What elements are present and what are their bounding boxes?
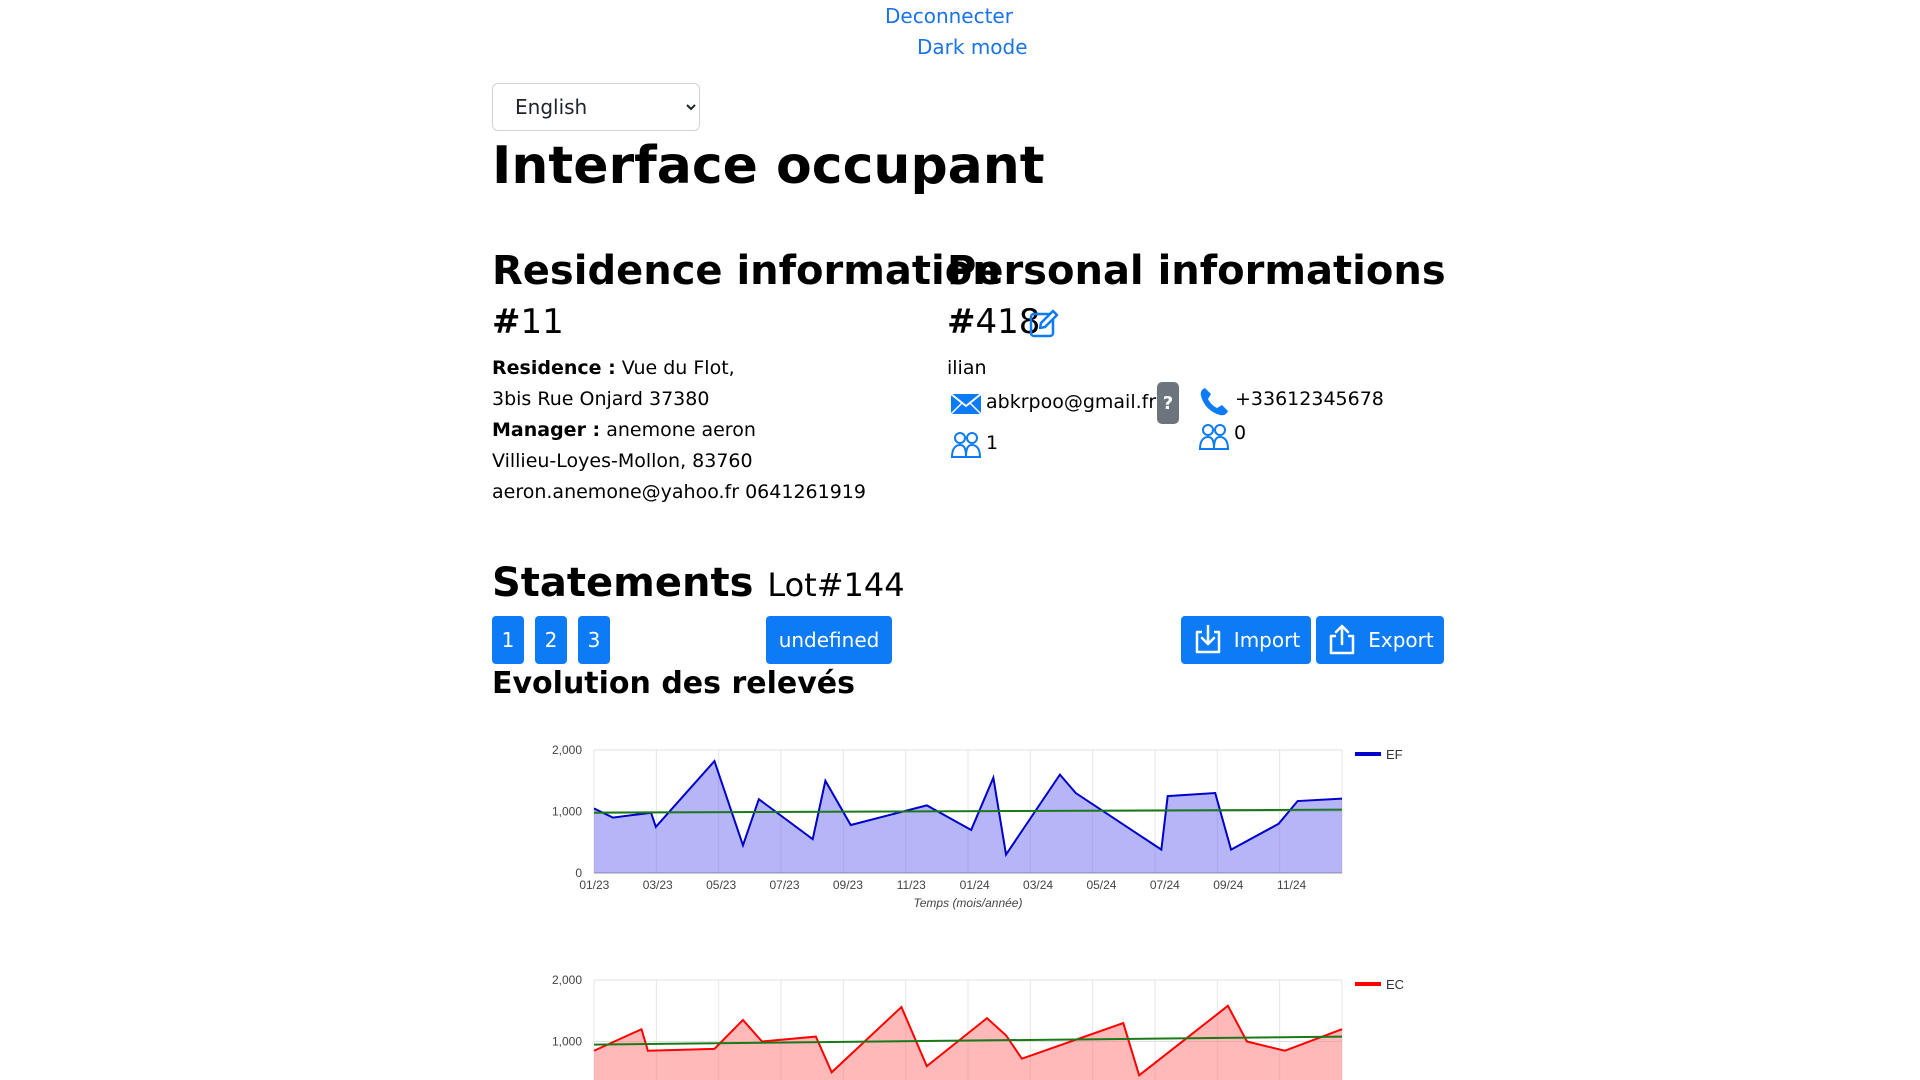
evolution-title: Evolution des relevés bbox=[492, 666, 855, 701]
phone-icon bbox=[1200, 388, 1228, 416]
personal-hash: # bbox=[947, 302, 976, 342]
y-tick-label: 1,000 bbox=[552, 805, 582, 819]
manager-name: anemone aeron bbox=[600, 419, 756, 441]
personal-heading: Personal informations bbox=[947, 248, 1446, 294]
x-tick-label: 01/23 bbox=[579, 878, 609, 892]
page-button-3[interactable]: 3 bbox=[578, 616, 610, 664]
x-axis-label: Temps (mois/année) bbox=[914, 896, 1023, 910]
x-tick-label: 11/23 bbox=[897, 878, 926, 892]
x-tick-label: 03/24 bbox=[1023, 878, 1053, 892]
residence-heading: Residence information bbox=[492, 248, 1001, 294]
x-tick-label: 05/23 bbox=[706, 878, 736, 892]
x-tick-label: 11/24 bbox=[1277, 878, 1306, 892]
export-label: Export bbox=[1368, 628, 1434, 652]
x-tick-label: 01/24 bbox=[960, 878, 990, 892]
envelope-icon bbox=[950, 393, 982, 415]
page-button-2[interactable]: 2 bbox=[535, 616, 567, 664]
manager-contact: aeron.anemone@yahoo.fr 0641261919 bbox=[492, 481, 866, 503]
y-tick-label: 1,000 bbox=[552, 1035, 582, 1049]
x-tick-label: 09/24 bbox=[1213, 878, 1243, 892]
export-icon bbox=[1330, 624, 1355, 655]
page-title: Interface occupant bbox=[492, 136, 1045, 196]
residence-line: Residence : Vue du Flot, bbox=[492, 355, 735, 381]
children-count: 0 bbox=[1234, 422, 1247, 444]
adults-icon bbox=[951, 432, 981, 458]
ec-chart: 2,000 1,000 EC bbox=[552, 973, 1404, 1080]
help-badge[interactable]: ? bbox=[1157, 382, 1179, 424]
import-icon bbox=[1195, 624, 1221, 654]
y-tick-label: 2,000 bbox=[552, 973, 582, 987]
occupant-name: ilian bbox=[947, 357, 987, 379]
phone-text: +33612345678 bbox=[1235, 388, 1384, 410]
legend-label: EF bbox=[1386, 747, 1403, 762]
logout-link[interactable]: Deconnecter bbox=[885, 4, 1013, 28]
email-text: abkrpoo@gmail.fr bbox=[986, 391, 1157, 413]
residence-id: #11 bbox=[492, 300, 564, 344]
ef-chart: 2,0001,000001/23 03/23 05/23 07/23 09/23 11/2… bbox=[552, 743, 1403, 910]
import-label: Import bbox=[1233, 628, 1301, 652]
undefined-button[interactable]: undefined bbox=[766, 616, 892, 664]
residence-id-value: 11 bbox=[520, 302, 564, 342]
y-tick-label: 2,000 bbox=[552, 743, 582, 757]
x-tick-label: 07/23 bbox=[769, 878, 799, 892]
manager-line: Manager : anemone aeron bbox=[492, 417, 756, 443]
personal-id: #418 bbox=[947, 300, 1040, 344]
x-tick-label: 03/23 bbox=[643, 878, 673, 892]
language-select[interactable]: English bbox=[492, 83, 700, 131]
residence-address: 3bis Rue Onjard 37380 bbox=[492, 388, 710, 410]
legend-swatch bbox=[1355, 752, 1381, 756]
edit-icon[interactable] bbox=[1028, 308, 1060, 340]
import-button[interactable]: Import bbox=[1181, 616, 1311, 664]
statements-heading: Statements Lot#144 bbox=[492, 557, 905, 611]
residence-name: Vue du Flot, bbox=[615, 357, 735, 379]
manager-label: Manager : bbox=[492, 419, 601, 441]
residence-label: Residence : bbox=[492, 357, 616, 379]
legend-swatch bbox=[1355, 982, 1381, 986]
page-button-1[interactable]: 1 bbox=[492, 616, 524, 664]
x-tick-label: 05/24 bbox=[1086, 878, 1116, 892]
export-button[interactable]: Export bbox=[1316, 616, 1444, 664]
dark-mode-link[interactable]: Dark mode bbox=[917, 35, 1028, 59]
residence-hash: # bbox=[492, 302, 521, 342]
legend-label: EC bbox=[1386, 977, 1404, 992]
lot-label: Lot#144 bbox=[767, 566, 905, 604]
children-icon bbox=[1199, 424, 1229, 450]
x-tick-label: 07/24 bbox=[1150, 878, 1180, 892]
adults-count: 1 bbox=[986, 432, 999, 454]
x-tick-label: 09/23 bbox=[833, 878, 863, 892]
statements-title: Statements bbox=[492, 560, 754, 606]
manager-city: Villieu-Loyes-Mollon, 83760 bbox=[492, 450, 753, 472]
